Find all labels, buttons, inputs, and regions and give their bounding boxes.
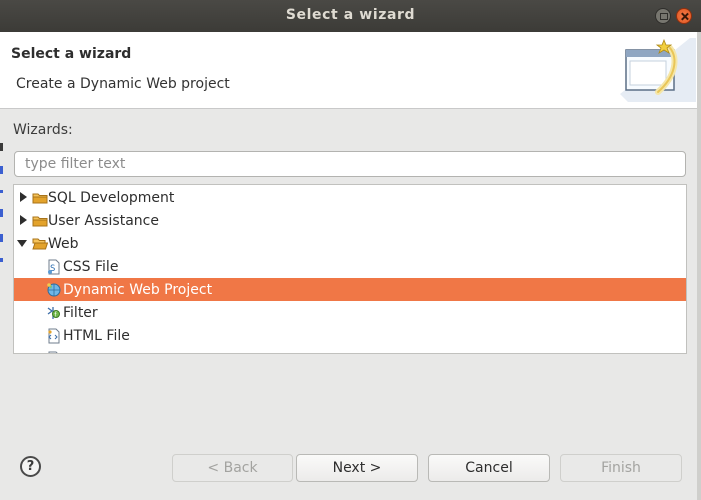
- tree-item-clipped[interactable]: [14, 347, 686, 353]
- folder-icon: [32, 193, 48, 204]
- expand-arrow-icon[interactable]: [20, 192, 27, 202]
- tree-item-web[interactable]: Web: [14, 232, 686, 255]
- tree-item-label: Filter: [63, 304, 98, 321]
- window-edge: [697, 32, 701, 500]
- tree-item-css-file[interactable]: S CSS File: [14, 255, 686, 278]
- page-title: Select a wizard: [11, 46, 132, 62]
- page-description: Create a Dynamic Web project: [16, 76, 230, 92]
- css-file-icon: S: [48, 259, 60, 275]
- wizard-banner: Select a wizard Create a Dynamic Web pro…: [0, 32, 697, 109]
- maximize-button[interactable]: [655, 8, 671, 24]
- wizards-label: Wizards:: [13, 122, 73, 138]
- clipped-edge-mark: [0, 209, 3, 217]
- folder-open-icon: [32, 238, 48, 250]
- collapse-arrow-icon[interactable]: [17, 240, 27, 247]
- tree-item-label: User Assistance: [48, 212, 159, 229]
- expand-arrow-icon[interactable]: [20, 215, 27, 225]
- next-button[interactable]: Next >: [296, 454, 418, 482]
- tree-item-label: Web: [48, 235, 79, 252]
- file-icon: [48, 351, 58, 353]
- finish-button[interactable]: Finish: [560, 454, 682, 482]
- title-bar[interactable]: Select a wizard: [0, 0, 701, 32]
- tree-item-label: Dynamic Web Project: [63, 281, 213, 298]
- tree-item-label: SQL Development: [48, 189, 175, 206]
- clipped-edge-mark: [0, 143, 3, 151]
- close-button[interactable]: [676, 8, 692, 24]
- tree-item-html-file[interactable]: HTML File: [14, 324, 686, 347]
- cancel-button[interactable]: Cancel: [428, 454, 550, 482]
- tree-item-filter[interactable]: f Filter: [14, 301, 686, 324]
- html-file-icon: [48, 328, 60, 344]
- clipped-edge-mark: [0, 234, 3, 242]
- help-button[interactable]: ?: [20, 456, 41, 477]
- tree-item-dynamic-web-project[interactable]: Dynamic Web Project: [14, 278, 686, 301]
- clipped-edge-mark: [0, 166, 3, 174]
- back-button[interactable]: < Back: [172, 454, 293, 482]
- web-project-icon: [47, 283, 61, 297]
- filter-icon: f: [47, 307, 60, 319]
- folder-icon: [32, 216, 48, 227]
- tree-item-user-assistance[interactable]: User Assistance: [14, 209, 686, 232]
- clipped-edge-mark: [0, 258, 3, 262]
- clipped-edge-mark: [0, 190, 3, 193]
- wizard-banner-icon: [620, 38, 696, 102]
- filter-input[interactable]: [14, 151, 686, 177]
- tree-item-label: HTML File: [63, 327, 130, 344]
- window-title: Select a wizard: [285, 7, 416, 23]
- tree-item-label: CSS File: [63, 258, 119, 275]
- wizard-dialog: Select a wizard Select a wizard Create a…: [0, 0, 701, 500]
- wizard-tree[interactable]: SQL Development User Assistance Web S CS…: [13, 184, 687, 354]
- tree-item-sql-development[interactable]: SQL Development: [14, 186, 686, 209]
